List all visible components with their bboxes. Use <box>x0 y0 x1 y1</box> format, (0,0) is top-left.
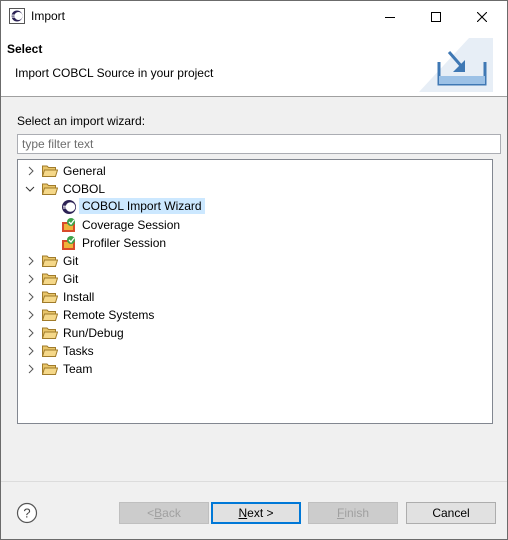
next-mnemonic: N <box>238 506 248 520</box>
back-button[interactable]: < Back <box>119 502 209 524</box>
close-button[interactable] <box>459 1 505 32</box>
folder-icon <box>42 363 58 375</box>
tree-item-label: Coverage Session <box>82 218 181 232</box>
back-label-prefix: < <box>147 506 155 520</box>
window-title: Import <box>31 9 66 23</box>
folder-icon <box>42 327 58 339</box>
tree-item-label: COBOL Import Wizard <box>79 198 205 214</box>
tree-item-label: Remote Systems <box>63 308 155 322</box>
tree-item-tasks[interactable]: Tasks <box>18 342 490 360</box>
finish-button[interactable]: Finish <box>308 502 398 524</box>
folder-icon <box>42 291 58 303</box>
finish-label: inish <box>344 506 370 520</box>
eclipse-app-icon <box>9 8 25 24</box>
back-mnemonic: B <box>154 506 163 520</box>
folder-icon <box>42 255 58 267</box>
help-icon[interactable]: ? <box>16 502 38 524</box>
chevron-right-icon[interactable] <box>26 274 36 284</box>
tree-item-label: Team <box>63 362 93 376</box>
folder-icon <box>42 345 58 357</box>
title-bar[interactable]: Import <box>1 1 507 32</box>
page-title: Select <box>7 42 43 56</box>
svg-text:?: ? <box>23 506 30 521</box>
folder-icon <box>42 273 58 285</box>
tree-item-label: Install <box>63 290 95 304</box>
tree-item-git[interactable]: Git <box>18 252 490 270</box>
wizard-banner: Select Import COBCL Source in your proje… <box>1 32 507 97</box>
folder-open-icon <box>42 183 58 195</box>
import-dialog: Import Select Import COBCL Source in you… <box>0 0 508 540</box>
chevron-down-icon[interactable] <box>25 184 35 194</box>
profiler-session-icon <box>62 236 75 250</box>
next-button[interactable]: Next > <box>211 502 301 524</box>
tree-item-cobol-import-wizard[interactable]: COBOL Import Wizard <box>18 198 490 216</box>
chevron-right-icon[interactable] <box>26 328 36 338</box>
chevron-right-icon[interactable] <box>26 166 36 176</box>
back-label: ack <box>162 506 181 520</box>
minimize-button[interactable] <box>367 1 413 32</box>
tree-item-label: Git <box>63 254 79 268</box>
wizard-tree[interactable]: General COBOL COBOL Import Wizard Covera… <box>17 159 493 424</box>
tree-item-coverage-session[interactable]: Coverage Session <box>18 216 490 234</box>
folder-icon <box>42 165 58 177</box>
tree-item-cobol[interactable]: COBOL <box>18 180 490 198</box>
tree-item-install[interactable]: Install <box>18 288 490 306</box>
folder-icon <box>42 309 58 321</box>
tree-item-label: COBOL <box>63 182 106 196</box>
tree-item-label: Git <box>63 272 79 286</box>
cobol-wizard-icon <box>62 200 76 214</box>
tree-item-label: Run/Debug <box>63 326 124 340</box>
finish-mnemonic: F <box>336 506 345 520</box>
maximize-button[interactable] <box>413 1 459 32</box>
chevron-right-icon[interactable] <box>26 364 36 374</box>
footer-divider <box>1 481 507 482</box>
coverage-session-icon <box>62 218 75 232</box>
tree-item-profiler-session[interactable]: Profiler Session <box>18 234 490 252</box>
tree-item-label: Tasks <box>63 344 94 358</box>
chevron-right-icon[interactable] <box>26 346 36 356</box>
chevron-right-icon[interactable] <box>26 292 36 302</box>
maximize-icon <box>431 11 441 22</box>
chevron-right-icon[interactable] <box>26 310 36 320</box>
cancel-label: Cancel <box>432 506 470 520</box>
filter-input[interactable] <box>17 134 501 154</box>
page-description: Import COBCL Source in your project <box>15 66 214 80</box>
tree-item-remote-systems[interactable]: Remote Systems <box>18 306 490 324</box>
tree-item-label: General <box>63 164 106 178</box>
import-wizard-graphic-icon <box>419 38 493 92</box>
tree-item-general[interactable]: General <box>18 162 490 180</box>
close-icon <box>477 11 487 22</box>
tree-item-run-debug[interactable]: Run/Debug <box>18 324 490 342</box>
tree-item-label: Profiler Session <box>82 236 167 250</box>
next-label: ext > <box>247 506 274 520</box>
minimize-icon <box>385 16 395 18</box>
cancel-button[interactable]: Cancel <box>406 502 496 524</box>
chevron-right-icon[interactable] <box>26 256 36 266</box>
tree-item-team[interactable]: Team <box>18 360 490 378</box>
wizard-select-label: Select an import wizard: <box>17 114 146 128</box>
tree-item-git-2[interactable]: Git <box>18 270 490 288</box>
